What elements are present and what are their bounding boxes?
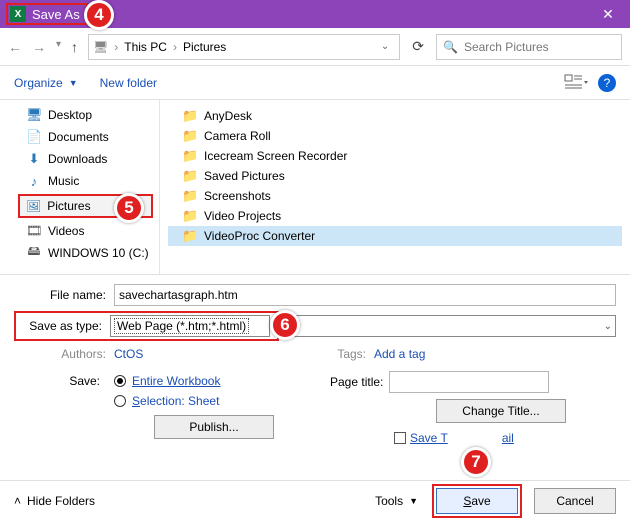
tags-value[interactable]: Add a tag [374, 347, 425, 361]
nav-tree: 🖥Desktop 📄Documents ⬇Downloads ♪Music 🖼P… [0, 100, 160, 274]
save-type-label: Save as type: [18, 319, 110, 333]
excel-icon: X [10, 6, 26, 22]
save-thumbnail-label-left[interactable]: Save T [410, 431, 448, 445]
chevron-up-icon: ˄ [14, 494, 21, 508]
back-icon[interactable]: ← [8, 39, 22, 55]
list-item[interactable]: 📁AnyDesk [168, 106, 622, 126]
tree-item-drive[interactable]: 🖴WINDOWS 10 (C:) [0, 242, 159, 264]
list-item[interactable]: 📁Camera Roll [168, 126, 622, 146]
pictures-icon: 🖼 [26, 199, 41, 213]
file-list: 📁AnyDesk 📁Camera Roll 📁Icecream Screen R… [160, 100, 630, 274]
tree-item-videos[interactable]: 🎞Videos [0, 220, 159, 242]
page-title-label: Page title: [330, 375, 383, 389]
document-icon: 📄 [26, 129, 42, 145]
tags-label: Tags: [314, 347, 374, 361]
change-title-button[interactable]: Change Title... [436, 399, 566, 423]
forward-icon: → [32, 39, 46, 55]
bottom-bar: ˄ Hide Folders Tools ▼ Save Cancel [0, 480, 630, 520]
radio-selection-sheet[interactable] [114, 395, 126, 407]
filename-label: File name: [14, 288, 114, 302]
save-type-combo-ext[interactable]: ⌄ [279, 315, 616, 337]
folder-icon: 📁 [182, 168, 198, 184]
cancel-button[interactable]: Cancel [534, 488, 616, 514]
recent-dropdown-icon[interactable]: ▾ [56, 39, 61, 55]
close-icon[interactable]: ✕ [586, 0, 630, 28]
list-item[interactable]: 📁VideoProc Converter [168, 226, 622, 246]
save-highlight: Save [432, 484, 522, 518]
authors-label: Authors: [14, 347, 114, 361]
view-options-icon[interactable] [564, 73, 588, 93]
organize-button[interactable]: Organize [14, 76, 63, 90]
desktop-icon: 🖥 [26, 107, 42, 123]
download-icon: ⬇ [26, 151, 42, 167]
list-item[interactable]: 📁Screenshots [168, 186, 622, 206]
folder-icon: 📁 [182, 188, 198, 204]
radio-entire-workbook[interactable] [114, 375, 126, 387]
video-icon: 🎞 [26, 223, 42, 239]
folder-icon: 📁 [182, 228, 198, 244]
save-type-combo[interactable]: Web Page (*.htm;*.html) [110, 315, 270, 337]
breadcrumb-current[interactable]: Pictures [183, 40, 226, 54]
save-type-highlight: Save as type: Web Page (*.htm;*.html) [14, 311, 279, 341]
tree-item-music[interactable]: ♪Music [0, 170, 159, 192]
search-placeholder: Search Pictures [464, 40, 549, 54]
list-item[interactable]: 📁Saved Pictures [168, 166, 622, 186]
folder-icon: 📁 [182, 128, 198, 144]
list-item[interactable]: 📁Video Projects [168, 206, 622, 226]
breadcrumb-root[interactable]: This PC [124, 40, 167, 54]
chevron-down-icon[interactable]: ⌄ [375, 41, 395, 52]
save-thumbnail-checkbox[interactable] [394, 432, 406, 444]
tree-item-documents[interactable]: 📄Documents [0, 126, 159, 148]
tree-item-desktop[interactable]: 🖥Desktop [0, 104, 159, 126]
callout-6: 6 [270, 310, 300, 340]
form-area: File name: Save as type: Web Page (*.htm… [0, 274, 630, 520]
breadcrumb[interactable]: 🖥 › This PC › Pictures ⌄ [88, 34, 400, 60]
save-label: Save: [14, 374, 100, 388]
list-item[interactable]: 📁Icecream Screen Recorder [168, 146, 622, 166]
publish-button[interactable]: Publish... [154, 415, 274, 439]
up-icon[interactable]: ↑ [71, 39, 78, 55]
window-title: Save As [32, 7, 80, 22]
new-folder-button[interactable]: New folder [100, 76, 157, 90]
main-area: 🖥Desktop 📄Documents ⬇Downloads ♪Music 🖼P… [0, 100, 630, 274]
save-button[interactable]: Save [436, 488, 518, 514]
save-thumbnail-label-right[interactable]: ail [502, 431, 514, 445]
folder-icon: 📁 [182, 108, 198, 124]
title-highlight: X Save As [6, 3, 88, 25]
save-type-value: Web Page (*.htm;*.html) [114, 318, 249, 334]
tools-button[interactable]: Tools ▼ [375, 494, 418, 508]
filename-input[interactable] [114, 284, 616, 306]
chevron-down-icon[interactable]: ⌄ [604, 321, 612, 332]
callout-5: 5 [114, 193, 144, 223]
music-icon: ♪ [26, 174, 42, 189]
callout-7: 7 [461, 447, 491, 477]
drive-icon: 🖴 [26, 242, 42, 264]
help-icon[interactable]: ? [598, 74, 616, 92]
refresh-icon[interactable]: ⟳ [406, 38, 430, 55]
folder-icon: 📁 [182, 208, 198, 224]
chevron-down-icon[interactable]: ▼ [69, 78, 78, 88]
callout-4: 4 [84, 0, 114, 30]
search-icon: 🔍 [443, 40, 458, 54]
page-title-input[interactable] [389, 371, 549, 393]
chevron-down-icon: ▼ [409, 496, 418, 506]
authors-value[interactable]: CtOS [114, 347, 143, 361]
tree-item-downloads[interactable]: ⬇Downloads [0, 148, 159, 170]
radio-selection-sheet-label[interactable]: SSelection: Sheetelection: Sheet [132, 394, 219, 408]
hide-folders-button[interactable]: ˄ Hide Folders [14, 494, 95, 508]
toolbar: Organize ▼ New folder ? [0, 66, 630, 100]
folder-icon: 📁 [182, 148, 198, 164]
pc-icon: 🖥 [93, 40, 108, 54]
search-input[interactable]: 🔍 Search Pictures [436, 34, 622, 60]
radio-entire-workbook-label[interactable]: Entire Workbook [132, 374, 220, 388]
address-bar: ← → ▾ ↑ 🖥 › This PC › Pictures ⌄ ⟳ 🔍 Sea… [0, 28, 630, 66]
chevron-right-icon[interactable]: › [173, 40, 177, 54]
chevron-right-icon[interactable]: › [114, 40, 118, 54]
